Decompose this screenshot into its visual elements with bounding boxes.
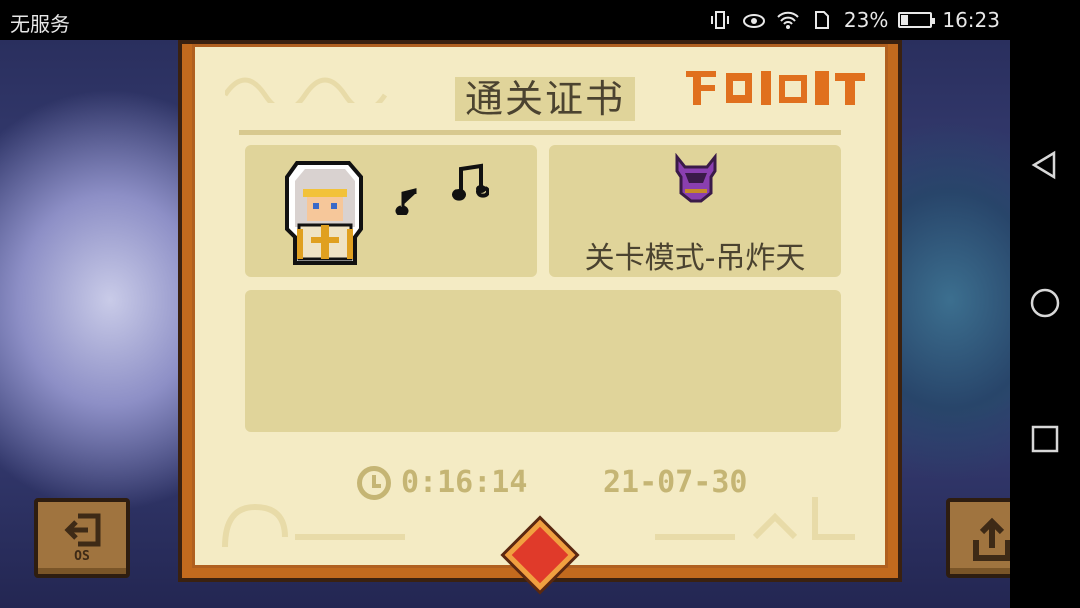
wifi-icon <box>777 11 799 29</box>
home-icon[interactable] <box>1030 288 1060 318</box>
exit-button[interactable]: OS <box>34 498 130 578</box>
share-icon <box>973 517 1010 561</box>
demon-mask-icon <box>675 153 717 203</box>
recents-icon[interactable] <box>1030 424 1060 454</box>
status-bar: 无服务 23% 16:23 <box>0 0 1080 40</box>
navigation-bar <box>1010 40 1080 608</box>
scroll-decoration <box>222 65 425 113</box>
eye-icon <box>742 14 765 28</box>
certificate-frame: 通关证书 关卡模式-吊炸天 0:16:14 21-07-30 <box>178 40 902 582</box>
certificate-title: 通关证书 <box>455 77 635 121</box>
share-button[interactable] <box>946 498 1010 578</box>
music-note-small-icon <box>395 188 417 215</box>
clear-time: 0:16:14 <box>401 465 528 500</box>
title-divider <box>239 130 841 135</box>
battery-icon <box>898 12 936 28</box>
carrier-label: 无服务 <box>10 12 70 36</box>
vibrate-icon <box>710 11 729 29</box>
certificate-parchment: 通关证书 关卡模式-吊炸天 0:16:14 21-07-30 <box>192 44 888 568</box>
details-panel <box>245 290 841 432</box>
back-icon[interactable] <box>1030 150 1060 180</box>
logo-icon <box>686 71 865 105</box>
music-note-large-icon <box>452 163 489 201</box>
sim-icon <box>814 11 829 29</box>
ornament-bottom-right-icon <box>655 497 855 540</box>
mode-panel: 关卡模式-吊炸天 <box>549 145 841 277</box>
clock-time: 16:23 <box>942 8 1000 32</box>
exit-button-sub: OS <box>74 549 90 564</box>
mode-label: 关卡模式-吊炸天 <box>584 241 806 276</box>
hero-panel <box>245 145 537 277</box>
battery-fill <box>901 15 908 25</box>
ornament-bottom-left-icon <box>222 503 405 548</box>
ornament-icon <box>222 77 388 113</box>
game-logo <box>681 61 871 120</box>
battery-percent: 23% <box>843 8 889 32</box>
status-icons: 23% 16:23 <box>708 8 1000 32</box>
game-screen: 通关证书 关卡模式-吊炸天 0:16:14 21-07-30 OS <box>0 40 1010 608</box>
exit-door-icon <box>64 513 101 547</box>
priestess-hero-icon <box>285 161 363 265</box>
